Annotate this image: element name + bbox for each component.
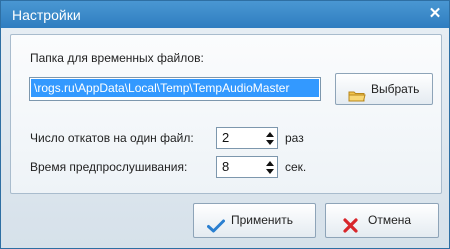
undo-count-arrows[interactable] (263, 128, 277, 148)
preview-time-value: 8 (222, 159, 230, 174)
browse-button[interactable]: Выбрать (335, 73, 433, 105)
preview-time-unit: сек. (285, 160, 307, 174)
apply-label: Применить (231, 213, 294, 227)
undo-count-label: Число откатов на один файл: (30, 131, 194, 145)
dialog-body: Папка для временных файлов: rogs.ru\AppD… (1, 28, 449, 248)
close-button[interactable]: ✕ (427, 6, 443, 22)
temp-folder-input[interactable]: rogs.ru\AppData\Local\Temp\TempAudioMast… (29, 77, 321, 101)
temp-folder-path-value: rogs.ru\AppData\Local\Temp\TempAudioMast… (31, 79, 319, 97)
browse-label: Выбрать (371, 82, 420, 96)
folder-icon (348, 83, 366, 102)
spin-up-icon[interactable] (266, 161, 274, 166)
undo-count-unit: раз (285, 131, 304, 145)
spin-down-icon[interactable] (266, 140, 274, 145)
close-icon: ✕ (428, 5, 442, 22)
preview-time-label: Время предпрослушивания: (30, 160, 188, 174)
preview-time-spinner[interactable]: 8 (216, 156, 278, 178)
title-bar[interactable]: Настройки ✕ (1, 1, 449, 28)
undo-count-value: 2 (222, 130, 230, 145)
settings-panel: Папка для временных файлов: rogs.ru\AppD… (10, 34, 442, 194)
preview-time-arrows[interactable] (263, 157, 277, 177)
cancel-label: Отмена (368, 213, 412, 227)
spin-down-icon[interactable] (266, 169, 274, 174)
cross-icon (343, 213, 358, 233)
apply-button[interactable]: Применить (193, 203, 316, 238)
cancel-button[interactable]: Отмена (325, 203, 439, 238)
window-title: Настройки (12, 7, 81, 23)
checkmark-icon (207, 213, 225, 233)
temp-folder-label: Папка для временных файлов: (30, 51, 204, 65)
undo-count-spinner[interactable]: 2 (216, 127, 278, 149)
spin-up-icon[interactable] (266, 132, 274, 137)
settings-dialog: Настройки ✕ Папка для временных файлов: … (0, 0, 450, 249)
